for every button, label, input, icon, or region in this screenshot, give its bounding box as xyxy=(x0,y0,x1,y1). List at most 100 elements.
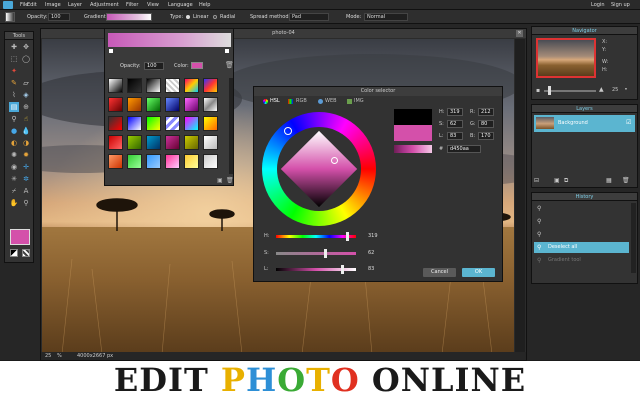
bloat-tool-icon[interactable]: ✳ xyxy=(9,174,19,184)
eraser-tool-icon[interactable]: ▱ xyxy=(21,78,31,88)
tab-hsl[interactable]: HSL xyxy=(270,98,280,105)
marquee-tool-icon[interactable]: ⬚ xyxy=(9,54,19,64)
zoom-in-icon[interactable]: ▲ xyxy=(599,86,604,93)
menu-adjustment[interactable]: Adjustment xyxy=(90,1,119,9)
reset-colors-icon[interactable] xyxy=(10,249,18,257)
signup-link[interactable]: Sign up xyxy=(611,1,630,9)
redeye-tool-icon[interactable]: ◉ xyxy=(9,162,19,172)
gradient-stop-left[interactable] xyxy=(109,49,113,53)
color-shades-strip[interactable] xyxy=(394,145,432,153)
gradient-preset[interactable] xyxy=(165,135,180,150)
new-layer-icon[interactable]: ⧉ xyxy=(564,177,568,185)
bucket-tool-icon[interactable]: ◈ xyxy=(21,90,31,100)
gradient-preset[interactable] xyxy=(165,154,180,169)
gradient-preset[interactable] xyxy=(184,97,199,112)
gradient-stop-right[interactable] xyxy=(225,49,229,53)
menu-help[interactable]: Help xyxy=(199,1,210,9)
gradient-preset[interactable] xyxy=(108,78,123,93)
sponge-tool-icon[interactable]: ✺ xyxy=(9,150,19,160)
s-slider-thumb[interactable] xyxy=(324,249,328,258)
s-field[interactable]: 62 xyxy=(447,120,463,128)
gradient-opacity-input[interactable]: 100 xyxy=(144,62,164,70)
text-tool-icon[interactable]: A xyxy=(21,186,31,196)
delete-layer-icon[interactable]: 🗑 xyxy=(622,177,630,184)
blur-tool-icon[interactable]: 💧 xyxy=(21,126,31,136)
canvas-close-icon[interactable]: ✕ xyxy=(516,30,523,37)
gradient-preset[interactable] xyxy=(165,78,180,93)
gradient-preset[interactable] xyxy=(184,78,199,93)
layer-visibility-icon[interactable]: ☑ xyxy=(626,119,631,126)
pencil-tool-icon[interactable]: ✎ xyxy=(9,78,19,88)
gradient-preset[interactable] xyxy=(203,116,218,131)
tab-rgb[interactable]: RGB xyxy=(296,98,307,105)
nav-zoom-slider[interactable] xyxy=(544,90,596,92)
mode-select[interactable]: Normal xyxy=(364,13,408,21)
l-slider[interactable] xyxy=(276,268,356,271)
hand-tool-icon[interactable]: ✋ xyxy=(9,198,19,208)
s-slider[interactable] xyxy=(276,252,356,255)
gradient-preset[interactable] xyxy=(108,135,123,150)
gradient-preset[interactable] xyxy=(184,135,199,150)
navigator-thumbnail[interactable] xyxy=(536,38,596,78)
gradient-trash-icon[interactable]: 🗑 xyxy=(226,177,234,184)
r-field[interactable]: 212 xyxy=(478,108,494,116)
ok-button[interactable]: OK xyxy=(462,268,495,277)
gradient-presets-scrollbar[interactable] xyxy=(229,78,233,174)
menu-edit[interactable]: Edit xyxy=(27,1,37,9)
wand-tool-icon[interactable]: ✦ xyxy=(9,66,19,76)
gradient-preview-button[interactable] xyxy=(106,13,152,21)
gradient-preset[interactable] xyxy=(165,116,180,131)
lasso-tool-icon[interactable]: ◯ xyxy=(21,54,31,64)
brush-tool-icon[interactable]: ⌇ xyxy=(9,90,19,100)
gradient-delete-icon[interactable]: 🗑 xyxy=(225,61,234,69)
swap-colors-icon[interactable] xyxy=(22,249,30,257)
b-field[interactable]: 170 xyxy=(478,132,494,140)
history-item[interactable]: ⚲ Gradient tool xyxy=(534,255,629,266)
gradient-preset[interactable] xyxy=(127,116,142,131)
colorize-tool-icon[interactable]: ✹ xyxy=(21,150,31,160)
gradient-preset[interactable] xyxy=(108,116,123,131)
linear-radio[interactable] xyxy=(186,15,190,19)
zoom-out-icon[interactable]: ▪ xyxy=(536,87,540,94)
gradient-preset[interactable] xyxy=(146,135,161,150)
spot-heal-tool-icon[interactable]: ✛ xyxy=(21,162,31,172)
pinch-tool-icon[interactable]: ✲ xyxy=(21,174,31,184)
gradient-save-icon[interactable]: ▣ xyxy=(217,177,223,184)
gradient-preset[interactable] xyxy=(203,135,218,150)
history-item[interactable]: ⚲ Deselect all xyxy=(534,242,629,253)
nav-zoom-value[interactable]: 25 xyxy=(612,87,618,93)
cancel-button[interactable]: Cancel xyxy=(423,268,456,277)
tab-img[interactable]: IMG xyxy=(354,98,364,105)
gradient-preset[interactable] xyxy=(127,78,142,93)
radial-radio[interactable] xyxy=(213,15,217,19)
zoom-tool-icon[interactable]: ⚲ xyxy=(21,198,31,208)
clone-tool-icon[interactable]: ⊕ xyxy=(21,102,31,112)
smudge-tool-icon[interactable]: ☝ xyxy=(21,114,31,124)
menu-view[interactable]: View xyxy=(147,1,159,9)
tab-web[interactable]: WEB xyxy=(325,98,337,105)
layer-style-icon[interactable]: ▣ xyxy=(554,177,560,184)
h-slider[interactable] xyxy=(276,235,356,238)
crop-tool-icon[interactable]: ✚ xyxy=(9,42,19,52)
gradient-preset[interactable] xyxy=(203,78,218,93)
history-item[interactable]: ⚲ xyxy=(534,229,629,240)
zoom-value[interactable]: 25 xyxy=(45,352,51,360)
history-scrollbar[interactable] xyxy=(631,203,636,273)
burn-tool-icon[interactable]: ◑ xyxy=(21,138,31,148)
gradient-preset[interactable] xyxy=(127,135,142,150)
gradient-preset[interactable] xyxy=(146,78,161,93)
h-field[interactable]: 319 xyxy=(447,108,463,116)
g-field[interactable]: 80 xyxy=(478,120,494,128)
hex-field[interactable]: d450aa xyxy=(447,145,481,153)
gradient-preset[interactable] xyxy=(108,154,123,169)
history-item[interactable]: ⚲ xyxy=(534,203,629,214)
gradient-tool-icon-selected[interactable]: ▤ xyxy=(9,102,19,112)
gradient-preset[interactable] xyxy=(165,97,180,112)
stamp-tool-icon[interactable]: ⚲ xyxy=(9,114,19,124)
eyedropper-tool-icon[interactable]: ⌿ xyxy=(9,186,19,196)
menu-filter[interactable]: Filter xyxy=(126,1,138,9)
foreground-color-swatch[interactable] xyxy=(10,229,30,245)
l-slider-thumb[interactable] xyxy=(340,265,344,274)
gradient-preset[interactable] xyxy=(203,154,218,169)
move-tool-icon[interactable]: ✥ xyxy=(21,42,31,52)
